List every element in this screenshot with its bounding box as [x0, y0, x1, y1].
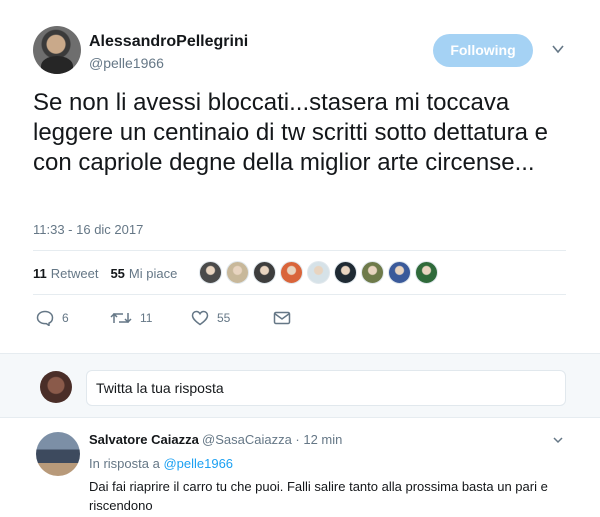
envelope-icon: [273, 311, 291, 325]
tweet-timestamp[interactable]: 11:33 - 16 dic 2017: [33, 222, 143, 237]
reply-input[interactable]: Twitta la tua risposta: [86, 370, 566, 406]
liker-avatar[interactable]: [415, 261, 438, 284]
reply-author-meta[interactable]: @SasaCaiazza · 12 min: [202, 432, 342, 447]
message-action[interactable]: [273, 310, 299, 326]
tweet-text: Se non li avessi bloccati...stasera mi t…: [33, 89, 548, 176]
retweet-action-count: 11: [140, 311, 153, 325]
liker-avatar[interactable]: [361, 261, 384, 284]
reply-text: Dai fai riaprire il carro tu che puoi. F…: [89, 479, 548, 513]
like-stat-label: Mi piace: [128, 265, 178, 281]
reply-action[interactable]: 6: [36, 310, 110, 326]
reply-composer: Twitta la tua risposta: [0, 353, 600, 418]
in-reply-to: In risposta a @pelle1966: [89, 456, 233, 471]
tweet-actions: 6 11 55: [36, 307, 299, 329]
reply-tweet[interactable]: Salvatore Caiazza @SasaCaiazza · 12 min …: [0, 418, 600, 517]
liker-avatar[interactable]: [253, 261, 276, 284]
reply-author-avatar[interactable]: [36, 432, 80, 476]
in-reply-to-prefix: In risposta a: [89, 456, 160, 471]
divider: [33, 294, 566, 295]
liker-avatar[interactable]: [199, 261, 222, 284]
retweet-stat[interactable]: 11 Retweet: [33, 266, 98, 281]
author-handle[interactable]: @pelle1966: [89, 55, 164, 71]
author-name[interactable]: AlessandroPellegrini: [89, 33, 248, 51]
chevron-down-icon[interactable]: [552, 434, 564, 446]
following-button[interactable]: Following: [433, 34, 533, 67]
reply-author-name[interactable]: Salvatore Caiazza: [89, 432, 199, 447]
like-count: 55: [110, 265, 125, 281]
tweet-stats: 11 Retweet 55 Mi piace: [33, 262, 189, 284]
heart-icon: [191, 310, 209, 326]
like-action[interactable]: 55: [191, 310, 273, 326]
tweet: AlessandroPellegrini @pelle1966 Followin…: [0, 0, 600, 353]
reply-count: 6: [62, 311, 69, 325]
liker-avatar[interactable]: [280, 261, 303, 284]
chevron-down-icon[interactable]: [551, 42, 565, 56]
retweet-stat-label: Retweet: [50, 265, 99, 281]
liker-avatar[interactable]: [334, 261, 357, 284]
like-stat[interactable]: 55 Mi piace: [110, 266, 177, 281]
divider: [33, 250, 566, 251]
like-action-count: 55: [217, 311, 231, 325]
liker-avatar[interactable]: [388, 261, 411, 284]
author-avatar[interactable]: [33, 26, 81, 74]
liker-avatar[interactable]: [226, 261, 249, 284]
liker-avatars: [199, 261, 438, 284]
current-user-avatar: [40, 371, 72, 403]
retweet-count: 11: [33, 265, 47, 281]
retweet-icon: [110, 312, 132, 324]
in-reply-to-handle-link[interactable]: @pelle1966: [163, 456, 233, 471]
retweet-action[interactable]: 11: [110, 310, 191, 326]
liker-avatar[interactable]: [307, 261, 330, 284]
reply-icon: [36, 310, 54, 326]
